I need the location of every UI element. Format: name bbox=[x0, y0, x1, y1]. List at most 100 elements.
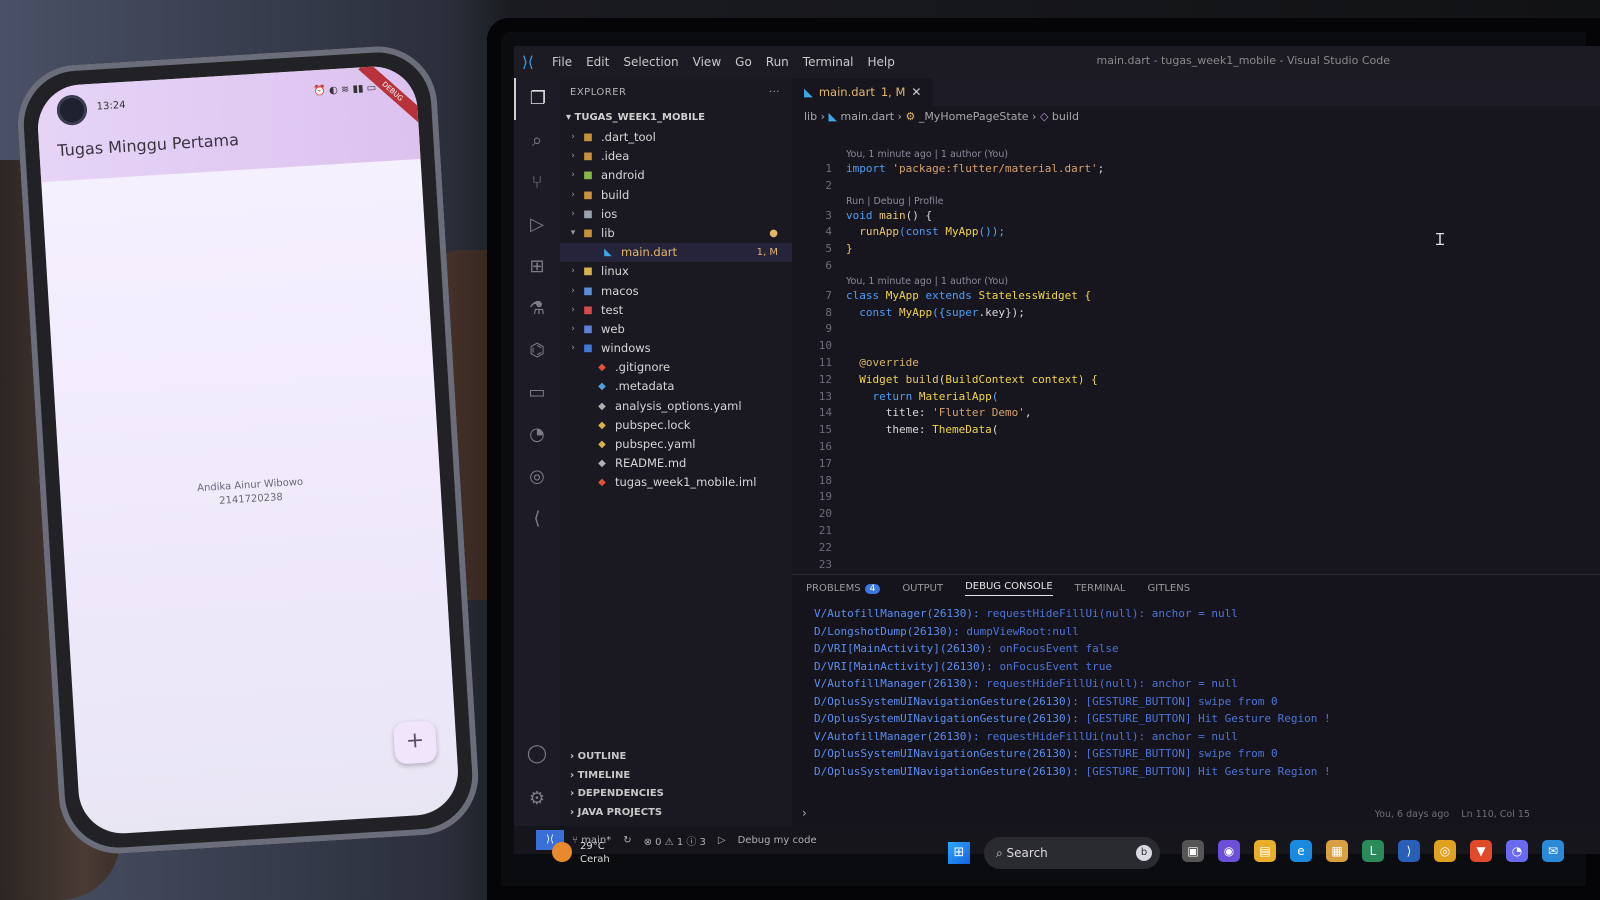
tab-output[interactable]: OUTPUT bbox=[902, 583, 943, 594]
discord-icon[interactable]: ◔ bbox=[1506, 840, 1528, 862]
chat-icon[interactable]: ◉ bbox=[1218, 840, 1240, 862]
sun-icon bbox=[552, 842, 572, 862]
breadcrumb-item[interactable]: lib bbox=[804, 110, 817, 123]
menu-help[interactable]: Help bbox=[868, 55, 895, 69]
tree-item[interactable]: › ■ test bbox=[560, 301, 792, 320]
section-timeline[interactable]: › TIMELINE bbox=[560, 767, 792, 786]
tree-item[interactable]: ◆ analysis_options.yaml bbox=[560, 397, 792, 416]
run-debug-icon[interactable]: ▷ bbox=[514, 204, 560, 246]
file-icon: ◆ bbox=[598, 477, 606, 489]
gear-icon[interactable]: ⚙ bbox=[514, 788, 560, 809]
add-button[interactable]: + bbox=[392, 720, 438, 765]
log-message: requestHideFillUi(null): anchor = null bbox=[986, 677, 1238, 690]
chrome-icon[interactable]: ◎ bbox=[1434, 840, 1456, 862]
tree-item[interactable]: › ■ .idea bbox=[560, 147, 792, 166]
tree-item-label: main.dart bbox=[621, 245, 677, 260]
tree-item[interactable]: › ■ android bbox=[560, 166, 792, 185]
tree-item-label: .metadata bbox=[615, 379, 675, 394]
tree-item[interactable]: ◆ README.md bbox=[560, 454, 792, 473]
tree-item[interactable]: › ■ web bbox=[560, 320, 792, 339]
debug-console-output[interactable]: V/AutofillManager(26130): requestHideFil… bbox=[792, 601, 1600, 780]
console-prompt-icon[interactable]: › bbox=[802, 806, 807, 820]
tree-item[interactable]: › ■ windows bbox=[560, 339, 792, 358]
tree-item-label: lib bbox=[601, 225, 615, 240]
source-control-icon[interactable]: ⑂ bbox=[514, 162, 560, 204]
codelens-blame[interactable]: You, 1 minute ago | 1 author (You) bbox=[792, 275, 1600, 288]
section-java-projects[interactable]: › JAVA PROJECTS bbox=[560, 804, 792, 823]
tab-main-dart[interactable]: ◣ main.dart 1, M ✕ bbox=[792, 78, 934, 106]
weather-widget[interactable]: 29°C Cerah bbox=[552, 840, 610, 866]
log-message: dumpViewRoot:null bbox=[966, 624, 1079, 638]
extensions-icon[interactable]: ⊞ bbox=[514, 246, 560, 288]
token: @override bbox=[846, 355, 919, 369]
app-icon[interactable]: ✉ bbox=[1542, 840, 1564, 862]
log-message: requestHideFillUi(null): anchor = null bbox=[986, 729, 1238, 743]
search-label: Search bbox=[1006, 846, 1048, 860]
tab-terminal[interactable]: TERMINAL bbox=[1075, 583, 1126, 594]
remote-icon[interactable]: ◎ bbox=[514, 456, 560, 498]
section-outline[interactable]: › OUTLINE bbox=[560, 748, 792, 767]
line-number: 8 bbox=[825, 305, 832, 319]
log-source: V/AutofillManager(26130): bbox=[814, 729, 987, 743]
codelens-blame[interactable]: You, 1 minute ago | 1 author (You) bbox=[792, 148, 1600, 161]
tab-gitlens[interactable]: GITLENS bbox=[1148, 583, 1191, 594]
tree-item[interactable]: ◆ .gitignore bbox=[560, 358, 792, 377]
tree-item[interactable]: ◆ pubspec.yaml bbox=[560, 435, 792, 454]
tree-item[interactable]: ◆ pubspec.lock bbox=[560, 416, 792, 435]
bing-icon[interactable]: b bbox=[1136, 845, 1152, 861]
section-dependencies[interactable]: › DEPENDENCIES bbox=[560, 785, 792, 804]
token: MaterialApp bbox=[912, 389, 992, 403]
tree-item[interactable]: › ■ .dart_tool bbox=[560, 128, 792, 147]
tree-item[interactable]: › ■ build bbox=[560, 186, 792, 205]
testing-icon[interactable]: ⚗ bbox=[514, 288, 560, 330]
tree-item[interactable]: ◣ main.dart 1, M bbox=[560, 243, 792, 263]
app-l-icon[interactable]: L bbox=[1362, 840, 1384, 862]
search-icon[interactable]: ⌕ bbox=[514, 120, 560, 162]
windows-start-icon[interactable]: ⊞ bbox=[948, 842, 970, 864]
tree-item[interactable]: › ■ ios bbox=[560, 205, 792, 224]
cursor-position[interactable]: Ln 110, Col 15 bbox=[1461, 809, 1530, 820]
breadcrumb-item[interactable]: main.dart bbox=[840, 110, 894, 123]
store-icon[interactable]: ▦ bbox=[1326, 840, 1348, 862]
brave-icon[interactable]: ▼ bbox=[1470, 840, 1492, 862]
menu-view[interactable]: View bbox=[693, 55, 721, 69]
menu-run[interactable]: Run bbox=[766, 55, 789, 69]
flutter-icon[interactable]: ⟨ bbox=[514, 498, 560, 540]
line-number: 9 bbox=[825, 322, 832, 336]
breadcrumb-item[interactable]: _MyHomePageState bbox=[919, 110, 1029, 123]
account-icon[interactable]: ◯ bbox=[514, 743, 560, 764]
tree-item[interactable]: › ■ macos bbox=[560, 282, 792, 301]
weather-temp: 29°C bbox=[580, 841, 605, 852]
tree-item-label: pubspec.yaml bbox=[615, 437, 696, 451]
explorer-icon[interactable]: ❐ bbox=[514, 78, 560, 120]
breadcrumb-item[interactable]: build bbox=[1052, 110, 1079, 123]
tab-problems[interactable]: PROBLEMS 4 bbox=[806, 583, 881, 594]
tree-item-label: web bbox=[601, 321, 625, 336]
folder-icon[interactable]: ▭ bbox=[514, 372, 560, 414]
line-number: 10 bbox=[818, 339, 832, 353]
codelens-run[interactable]: Run | Debug | Profile bbox=[792, 195, 1600, 208]
vscode-taskbar-icon[interactable]: ⟩ bbox=[1398, 840, 1420, 862]
menu-terminal[interactable]: Terminal bbox=[803, 55, 854, 69]
tree-item[interactable]: ▾ ■ lib ● bbox=[560, 224, 792, 243]
gitlens-icon[interactable]: ◔ bbox=[514, 414, 560, 456]
tree-item[interactable]: ◆ tugas_week1_mobile.iml bbox=[560, 473, 792, 492]
tree-item[interactable]: › ■ linux bbox=[560, 262, 792, 281]
menu-edit[interactable]: Edit bbox=[586, 55, 609, 69]
tab-debug-console[interactable]: DEBUG CONSOLE bbox=[965, 581, 1053, 596]
edge-icon[interactable]: e bbox=[1290, 840, 1312, 862]
project-root[interactable]: ▾ TUGAS_WEEK1_MOBILE bbox=[560, 108, 792, 128]
code-area[interactable]: You, 1 minute ago | 1 author (You) 1 impo… bbox=[792, 138, 1600, 574]
taskbar-search[interactable]: ⌕ Search b bbox=[984, 837, 1160, 869]
menu-go[interactable]: Go bbox=[735, 55, 752, 69]
close-icon[interactable]: ✕ bbox=[911, 78, 921, 106]
file-explorer-icon[interactable]: ▤ bbox=[1254, 840, 1276, 862]
task-view-icon[interactable]: ▣ bbox=[1182, 840, 1204, 862]
file-icon: ◆ bbox=[598, 400, 606, 412]
token: MyApp bbox=[892, 305, 933, 319]
python-icon[interactable]: ⌬ bbox=[514, 330, 560, 372]
menu-selection[interactable]: Selection bbox=[623, 55, 678, 69]
tree-item[interactable]: ◆ .metadata bbox=[560, 377, 792, 396]
menu-file[interactable]: File bbox=[552, 55, 572, 69]
more-icon[interactable]: ··· bbox=[769, 78, 780, 108]
